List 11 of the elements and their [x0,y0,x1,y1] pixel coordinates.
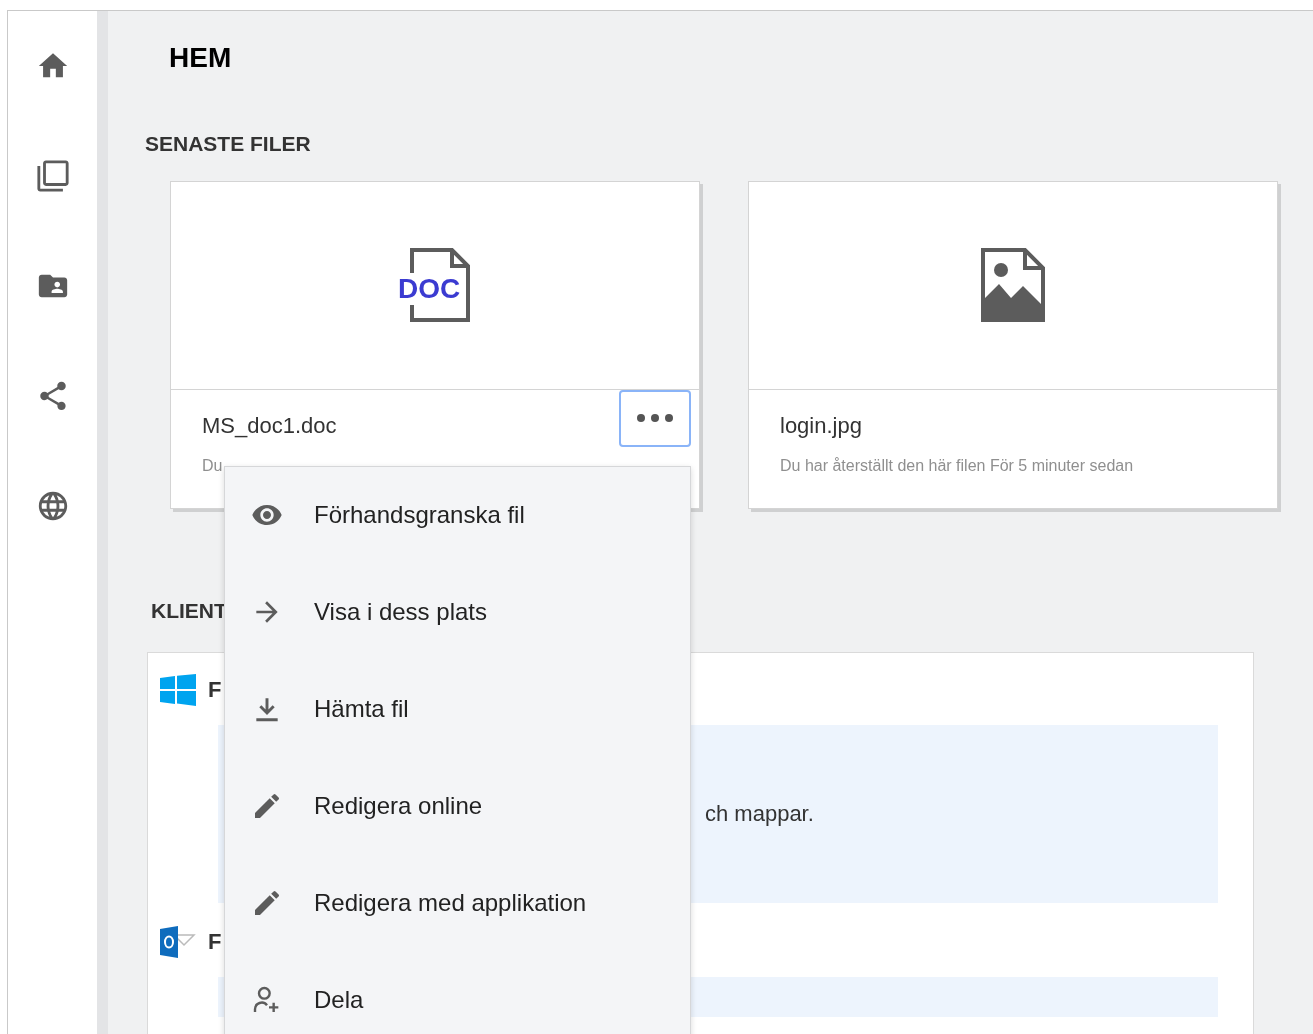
section-heading: KLIENT [151,598,227,624]
client-description: ch mappar. [705,801,814,827]
file-name: login.jpg [780,411,862,440]
client-title: F [208,677,222,703]
file-activity: Du har återställt den här filen För 5 minuter sedan [780,455,1134,476]
section-heading: SENASTE FILER [145,130,311,157]
file-name: MS_doc1.doc [202,411,337,440]
page-title: HEM [169,41,233,75]
file-type-label: DOC [397,273,462,306]
client-title: F [208,929,222,955]
file-activity: Du [202,455,223,476]
